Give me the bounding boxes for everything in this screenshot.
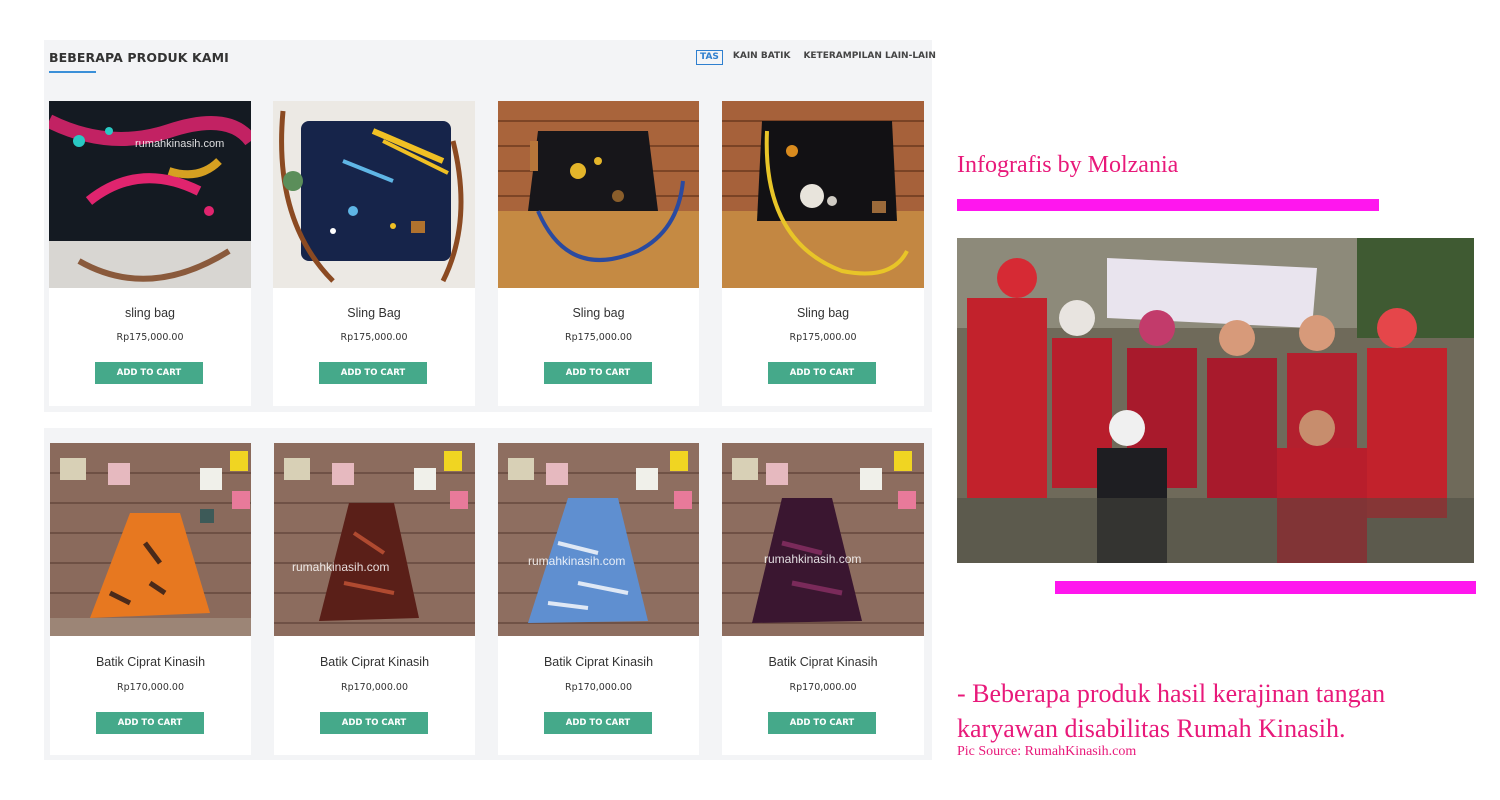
add-to-cart-button[interactable]: ADD TO CART [95, 362, 203, 384]
add-to-cart-button[interactable]: ADD TO CART [319, 362, 427, 384]
image-watermark: rumahkinasih.com [764, 552, 862, 566]
product-price: Rp170,000.00 [116, 682, 185, 693]
product-name[interactable]: sling bag [49, 306, 251, 320]
caption-line-1: - Beberapa produk hasil kerajinan tangan [957, 679, 1386, 708]
image-watermark: rumahkinasih.com [292, 560, 390, 574]
product-image[interactable] [498, 101, 699, 288]
add-to-cart-button[interactable]: ADD TO CART [544, 712, 652, 734]
product-image[interactable]: rumahkinasih.com [274, 443, 475, 636]
tab-kain-batik[interactable]: KAIN BATIK [730, 50, 794, 65]
product-card[interactable]: Batik Ciprat Kinasih Rp170,000.00 ADD TO… [50, 443, 251, 755]
product-card[interactable]: rumahkinasih.com sling bag Rp175,000.00 … [49, 101, 251, 406]
image-watermark: rumahkinasih.com [528, 554, 626, 568]
image-watermark: rumahkinasih.com [135, 138, 225, 150]
product-card[interactable]: Sling Bag Rp175,000.00 ADD TO CART [273, 101, 475, 406]
product-price: Rp170,000.00 [789, 682, 857, 693]
product-card[interactable]: Sling bag Rp175,000.00 ADD TO CART [498, 101, 699, 406]
pic-source: Pic Source: RumahKinasih.com [957, 744, 1137, 759]
product-card[interactable]: rumahkinasih.com Batik Ciprat Kinasih Rp… [274, 443, 475, 755]
product-name[interactable]: Sling bag [498, 306, 699, 320]
product-card[interactable]: Sling bag Rp175,000.00 ADD TO CART [722, 101, 924, 406]
section-title: BEBERAPA PRODUK KAMI [49, 50, 229, 65]
tab-keterampilan-lain-lain[interactable]: KETERAMPILAN LAIN-LAIN [800, 50, 938, 65]
product-card[interactable]: rumahkinasih.com Batik Ciprat Kinasih Rp… [722, 443, 924, 755]
product-price: Rp175,000.00 [116, 332, 184, 343]
product-price: Rp175,000.00 [340, 332, 408, 343]
caption: - Beberapa produk hasil kerajinan tangan… [957, 676, 1477, 746]
product-name[interactable]: Sling bag [722, 306, 924, 320]
product-price: Rp170,000.00 [564, 682, 633, 693]
product-image[interactable]: rumahkinasih.com [722, 443, 924, 636]
section-title-underline [49, 71, 96, 73]
add-to-cart-button[interactable]: ADD TO CART [544, 362, 652, 384]
infografis-title: Infografis by Molzania [957, 152, 1179, 178]
product-name[interactable]: Batik Ciprat Kinasih [722, 655, 924, 669]
product-image[interactable] [50, 443, 251, 636]
group-photo [957, 238, 1474, 563]
tab-tas[interactable]: TAS [696, 50, 723, 65]
product-image[interactable] [722, 101, 924, 288]
product-name[interactable]: Batik Ciprat Kinasih [50, 655, 251, 669]
product-card[interactable]: rumahkinasih.com Batik Ciprat Kinasih Rp… [498, 443, 699, 755]
product-price: Rp175,000.00 [564, 332, 633, 343]
product-name[interactable]: Sling Bag [273, 306, 475, 320]
add-to-cart-button[interactable]: ADD TO CART [96, 712, 204, 734]
product-image[interactable]: rumahkinasih.com [49, 101, 251, 288]
product-image[interactable] [273, 101, 475, 288]
add-to-cart-button[interactable]: ADD TO CART [768, 362, 876, 384]
product-price: Rp170,000.00 [340, 682, 409, 693]
product-price: Rp175,000.00 [789, 332, 857, 343]
decorative-bar-bottom [1055, 581, 1476, 594]
decorative-bar-top [957, 199, 1379, 211]
add-to-cart-button[interactable]: ADD TO CART [768, 712, 876, 734]
product-name[interactable]: Batik Ciprat Kinasih [498, 655, 699, 669]
filter-tabs: TAS KAIN BATIK KETERAMPILAN LAIN-LAIN [696, 50, 946, 65]
caption-line-2: karyawan disabilitas Rumah Kinasih. [957, 714, 1346, 743]
product-image[interactable]: rumahkinasih.com [498, 443, 699, 636]
add-to-cart-button[interactable]: ADD TO CART [320, 712, 428, 734]
product-name[interactable]: Batik Ciprat Kinasih [274, 655, 475, 669]
